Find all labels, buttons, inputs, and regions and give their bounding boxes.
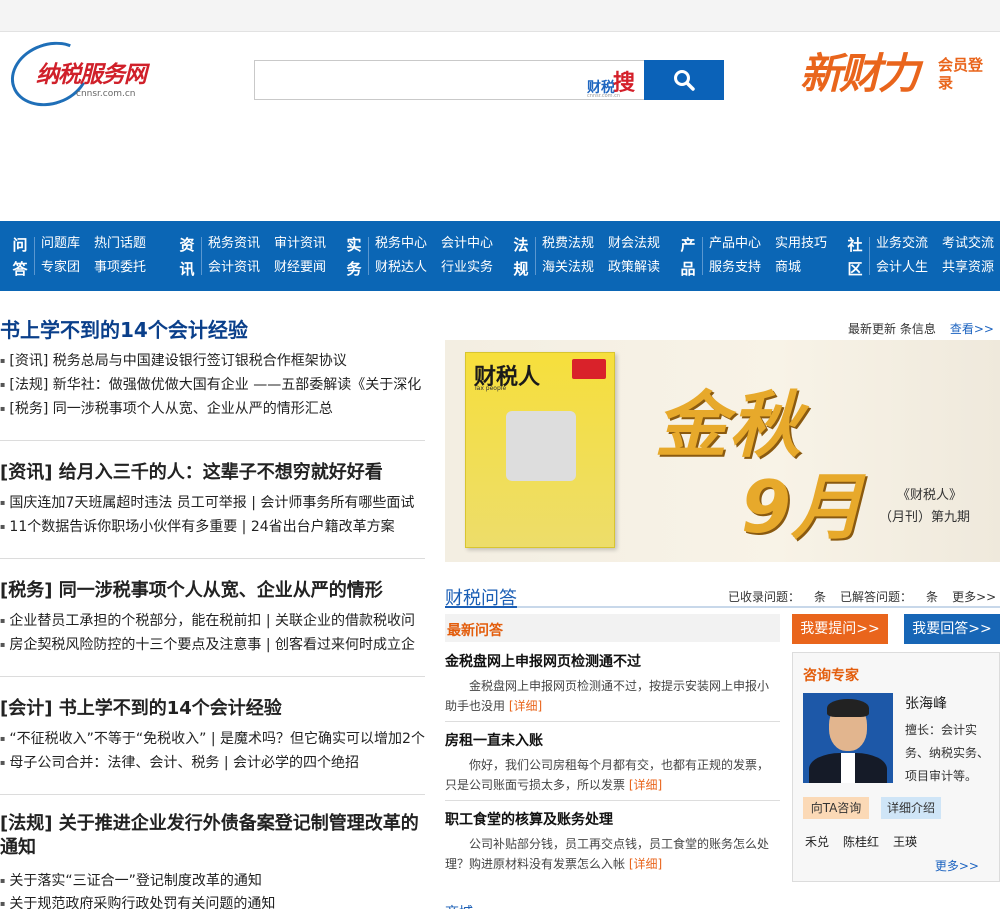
latest-qa-bar: 最新问答	[445, 614, 780, 642]
qa-item-desc: 公司补贴部分钱，员工再交点钱，员工食堂的账务怎么处理？购进原材料没有发票怎么入帐	[445, 837, 770, 871]
update-meta: 最新更新 条信息 查看>>	[848, 322, 994, 336]
expert-link[interactable]: 陈桂红	[843, 835, 879, 849]
search-button[interactable]	[644, 60, 724, 100]
qa-item-title[interactable]: 房租一直未入账	[445, 731, 780, 751]
news-headline[interactable]: 书上学不到的14个会计经验	[0, 314, 248, 343]
qa-item: 职工食堂的核算及账务处理公司补贴部分钱，员工再交点钱，员工食堂的账务怎么处理？购…	[445, 810, 780, 874]
qa-detail-link[interactable]: [详细]	[629, 778, 662, 792]
news-headline[interactable]: [会计] 书上学不到的14个会计经验	[0, 694, 282, 720]
nav-item[interactable]: 财税达人	[375, 259, 427, 277]
view-more-link[interactable]: 查看>>	[950, 322, 994, 336]
search-brand-logo: 财税 搜 cnnsr.com.cn	[587, 71, 636, 99]
news-row[interactable]: 国庆连加7天班属超时违法 员工可举报 | 会计师事务所有哪些面试	[0, 492, 425, 514]
qa-item: 金税盘网上申报网页检测通不过金税盘网上申报网页检测通不过，按提示安装网上申报小助…	[445, 652, 780, 716]
nav-item[interactable]: 共享资源	[942, 259, 994, 277]
nav-group-head[interactable]: 实务	[344, 233, 364, 281]
nav-item[interactable]: 税务中心	[375, 235, 427, 253]
nav-item[interactable]: 税务资讯	[208, 235, 260, 253]
nav-item[interactable]: 行业实务	[441, 259, 493, 277]
nav-group-head[interactable]: 社区	[845, 233, 865, 281]
nav-item[interactable]: 财会法规	[608, 235, 660, 253]
banner-caption-2: （月刊）第九期	[879, 510, 971, 525]
news-headline[interactable]: [资讯] 给月入三千的人：这辈子不想穷就好好看	[0, 458, 383, 484]
news-headline[interactable]: [税务] 同一涉税事项个人从宽、企业从严的情形	[0, 576, 383, 602]
news-row[interactable]: 企业替员工承担的个税部分，能在税前扣 | 关联企业的借款税收问	[0, 610, 425, 632]
nav-item[interactable]: 业务交流	[876, 235, 928, 253]
expert-title: 咨询专家	[803, 668, 859, 684]
magazine-banner[interactable]: 财税人 Tax people 金秋 9月 《财税人》 （月刊）第九期	[445, 340, 1000, 562]
expert-more-link[interactable]: 更多>>	[935, 857, 979, 874]
qa-item: 房租一直未入账你好，我们公司房租每个月都有交，也都有正规的发票，只是公司账面亏损…	[445, 731, 780, 795]
news-row[interactable]: 关于规范政府采购行政处罚有关问题的通知	[0, 893, 425, 909]
expert-detail-button[interactable]: 详细介绍	[881, 797, 941, 819]
expert-panel: 咨询专家 张海峰 擅长：会计实务、纳税实务、项目审计等。 向TA咨询 详细介绍 …	[792, 652, 1000, 882]
expert-photo[interactable]	[803, 693, 893, 783]
qa-item-title[interactable]: 职工食堂的核算及账务处理	[445, 810, 780, 830]
nav-item[interactable]: 专家团	[41, 259, 80, 277]
nav-group-head[interactable]: 产品	[678, 233, 698, 281]
site-logo[interactable]: 纳税服务网 cnnsr.com.cn	[1, 31, 147, 117]
nav-group-head[interactable]: 问答	[10, 233, 30, 281]
search-input[interactable]	[255, 61, 585, 99]
news-row[interactable]: [税务] 同一涉税事项个人从宽、企业从严的情形汇总	[0, 398, 425, 420]
news-row[interactable]: 关于落实“三证合一”登记制度改革的通知	[0, 870, 425, 892]
other-experts: 禾兑 陈桂红 王瑛	[805, 833, 931, 850]
qa-item-title[interactable]: 金税盘网上申报网页检测通不过	[445, 652, 780, 672]
news-row[interactable]: 母子公司合并：法律、会计、税务 | 会计必学的四个绝招	[0, 752, 425, 774]
nav-item[interactable]: 实用技巧	[775, 235, 827, 253]
nav-item[interactable]: 产品中心	[709, 235, 761, 253]
ask-question-button[interactable]: 我要提问>>	[792, 614, 888, 644]
news-row[interactable]: 房企契税风险防控的十三个要点及注意事 | 创客看过来何时成立企	[0, 634, 425, 656]
nav-item[interactable]: 政策解读	[608, 259, 660, 277]
section-title-cut[interactable]: 商城	[445, 902, 473, 909]
nav-item[interactable]: 海关法规	[542, 259, 594, 277]
nav-group-head[interactable]: 法规	[511, 233, 531, 281]
nav-item[interactable]: 税费法规	[542, 235, 594, 253]
main-nav: 问答 问题库 热门话题 专家团 事项委托 资讯 税务资讯 审计资讯 会计资讯 财经要闻 实务 税务中心…	[0, 221, 1000, 291]
banner-caption-1: 《财税人》	[897, 488, 963, 503]
search-box: 财税 搜 cnnsr.com.cn	[254, 60, 724, 100]
expert-desc: 擅长：会计实务、纳税实务、项目审计等。	[905, 723, 990, 783]
expert-name[interactable]: 张海峰	[905, 693, 947, 713]
news-row[interactable]: [法规] 新华社：做强做优做大国有企业 ——五部委解读《关于深化	[0, 374, 425, 396]
qa-item-desc: 金税盘网上申报网页检测通不过，按提示安装网上申报小助手也没用	[445, 679, 770, 713]
qa-detail-link[interactable]: [详细]	[629, 857, 662, 871]
nav-item[interactable]: 热门话题	[94, 235, 146, 253]
nav-item[interactable]: 财经要闻	[274, 259, 326, 277]
answer-question-button[interactable]: 我要回答>>	[904, 614, 1000, 644]
magazine-cover: 财税人 Tax people	[465, 352, 615, 548]
logo-sub: cnnsr.com.cn	[76, 89, 136, 99]
expert-link[interactable]: 王瑛	[893, 835, 917, 849]
nav-item[interactable]: 服务支持	[709, 259, 761, 277]
news-row[interactable]: 11个数据告诉你职场小伙伴有多重要 | 24省出台户籍改革方案	[0, 516, 425, 538]
nav-group-head[interactable]: 资讯	[177, 233, 197, 281]
nav-item[interactable]: 问题库	[41, 235, 80, 253]
nav-item[interactable]: 商城	[775, 259, 827, 277]
news-row[interactable]: “不征税收入”不等于“免税收入” | 是魔术吗？但它确实可以增加2个	[0, 728, 425, 750]
nav-item[interactable]: 审计资讯	[274, 235, 326, 253]
qa-item-desc: 你好，我们公司房租每个月都有交，也都有正规的发票，只是公司账面亏损太多，所以发票	[445, 758, 770, 792]
consult-expert-button[interactable]: 向TA咨询	[803, 797, 869, 819]
banner-headline-2: 9月	[741, 465, 864, 549]
nav-item[interactable]: 考试交流	[942, 235, 994, 253]
qa-detail-link[interactable]: [详细]	[509, 699, 542, 713]
member-login-promo[interactable]: 新财力 会员登录	[800, 48, 990, 104]
search-icon	[674, 70, 695, 91]
nav-item[interactable]: 会计人生	[876, 259, 928, 277]
nav-item[interactable]: 会计资讯	[208, 259, 260, 277]
news-headline[interactable]: [法规] 关于推进企业发行外债备案登记制管理改革的通知	[0, 812, 425, 860]
qa-stats: 已收录问题：条已解答问题：条更多>>	[728, 590, 997, 604]
qa-more-link[interactable]: 更多>>	[952, 590, 996, 604]
top-bar	[0, 0, 1000, 32]
nav-item[interactable]: 事项委托	[94, 259, 146, 277]
expert-link[interactable]: 禾兑	[805, 835, 829, 849]
nav-item[interactable]: 会计中心	[441, 235, 493, 253]
member-login-link[interactable]: 会员登录	[938, 56, 990, 92]
news-row[interactable]: [资讯] 税务总局与中国建设银行签订银税合作框架协议	[0, 350, 425, 372]
logo-text: 纳税服务网	[36, 62, 147, 88]
